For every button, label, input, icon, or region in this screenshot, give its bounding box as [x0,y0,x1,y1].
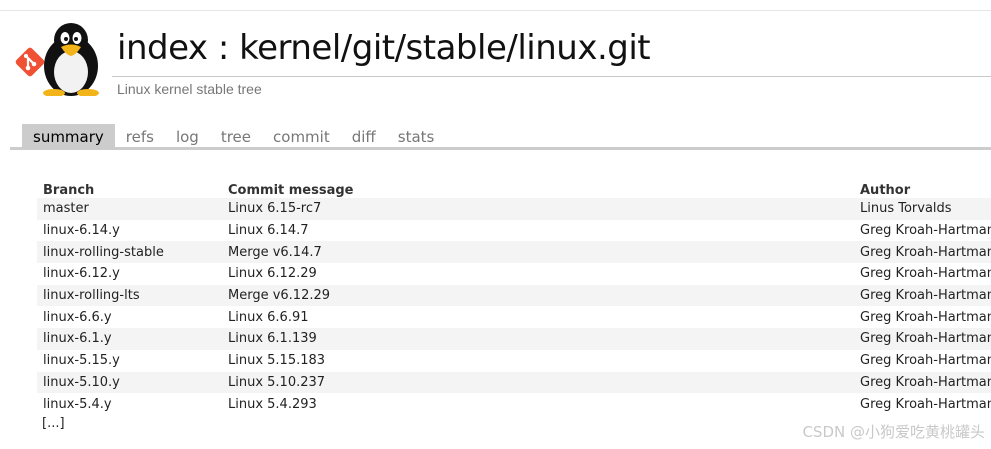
tux-penguin-logo [43,23,99,96]
author-cell: Linus Torvalds [854,198,991,220]
table-row: linux-5.15.y Linux 5.15.183 Greg Kroah-H… [37,349,991,372]
table-header-row: Branch Commit message Author [37,178,991,198]
table-row: linux-rolling-stable Merge v6.14.7 Greg … [37,241,991,264]
top-border [0,10,991,11]
commit-message-link[interactable]: Linux 6.1.139 [222,328,854,350]
repo-description: Linux kernel stable tree [117,81,262,97]
author-cell: Greg Kroah-Hartman [854,284,991,307]
author-cell: Greg Kroah-Hartman [854,306,991,329]
tab-commit[interactable]: commit [262,124,341,148]
branch-link[interactable]: linux-5.15.y [37,349,222,372]
column-header-commit-message: Commit message [228,183,354,198]
author-cell: Greg Kroah-Hartman [854,219,991,242]
watermark: CSDN @小狗爱吃黄桃罐头 [802,423,985,441]
table-row: linux-6.1.y Linux 6.1.139 Greg Kroah-Har… [37,328,991,350]
commit-message-link[interactable]: Merge v6.12.29 [222,284,854,307]
page-title: index : kernel/git/stable/linux.git [117,28,651,68]
tab-refs[interactable]: refs [115,124,165,148]
tab-summary[interactable]: summary [22,124,115,148]
table-row: linux-6.14.y Linux 6.14.7 Greg Kroah-Har… [37,219,991,242]
column-header-branch: Branch [43,183,95,198]
branch-link[interactable]: linux-6.14.y [37,219,222,242]
author-cell: Greg Kroah-Hartman [854,349,991,372]
table-row: linux-6.6.y Linux 6.6.91 Greg Kroah-Hart… [37,306,991,329]
branch-link[interactable]: linux-rolling-lts [37,284,222,307]
branch-link[interactable]: linux-6.6.y [37,306,222,329]
tab-diff[interactable]: diff [341,124,387,148]
commit-message-link[interactable]: Linux 6.15-rc7 [222,198,854,220]
tab-log[interactable]: log [165,124,210,148]
title-divider [112,76,991,77]
author-cell: Greg Kroah-Hartman [854,241,991,264]
commit-message-link[interactable]: Linux 6.12.29 [222,263,854,285]
tab-divider [10,147,991,150]
commit-message-link[interactable]: Linux 5.15.183 [222,349,854,372]
branch-link[interactable]: linux-6.1.y [37,328,222,350]
table-row: linux-5.10.y Linux 5.10.237 Greg Kroah-H… [37,371,991,394]
table-row: linux-rolling-lts Merge v6.12.29 Greg Kr… [37,284,991,307]
author-cell: Greg Kroah-Hartman [854,371,991,394]
commit-message-link[interactable]: Linux 5.10.237 [222,371,854,394]
commit-message-link[interactable]: Linux 5.4.293 [222,393,854,415]
commit-message-link[interactable]: Linux 6.6.91 [222,306,854,329]
table-row: linux-5.4.y Linux 5.4.293 Greg Kroah-Har… [37,393,991,415]
author-cell: Greg Kroah-Hartman [854,263,991,285]
author-cell: Greg Kroah-Hartman [854,393,991,415]
column-header-author: Author [860,183,911,198]
commit-message-link[interactable]: Linux 6.14.7 [222,219,854,242]
more-branches-link[interactable]: [...] [42,416,65,431]
branch-link[interactable]: master [37,198,222,220]
branch-link[interactable]: linux-rolling-stable [37,241,222,264]
branch-table: Branch Commit message Author master Linu… [37,178,991,415]
branch-link[interactable]: linux-6.12.y [37,263,222,285]
author-cell: Greg Kroah-Hartman [854,328,991,350]
tab-tree[interactable]: tree [210,124,262,148]
commit-message-link[interactable]: Merge v6.14.7 [222,241,854,264]
tab-bar: summary refs log tree commit diff stats [22,124,445,148]
table-row: master Linux 6.15-rc7 Linus Torvalds [37,198,991,220]
branch-link[interactable]: linux-5.4.y [37,393,222,415]
tab-stats[interactable]: stats [387,124,446,148]
table-row: linux-6.12.y Linux 6.12.29 Greg Kroah-Ha… [37,263,991,285]
branch-link[interactable]: linux-5.10.y [37,371,222,394]
